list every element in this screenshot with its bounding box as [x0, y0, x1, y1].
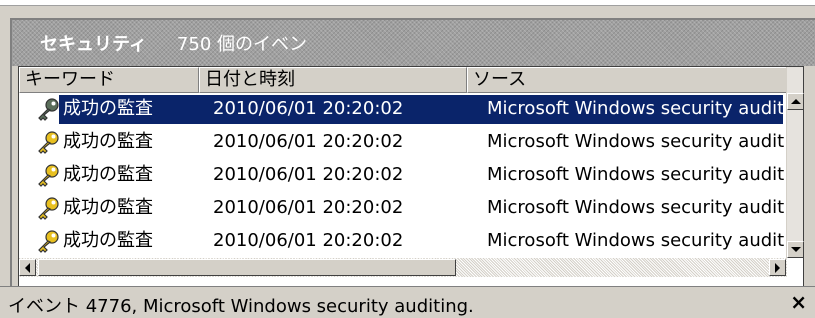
close-icon[interactable]: ×: [790, 289, 807, 315]
event-rows: 成功の監査 2010/06/01 20:20:02 Microsoft Window…: [19, 93, 787, 258]
vertical-scrollbar[interactable]: [786, 67, 804, 258]
status-text: イベント 4776, Microsoft Windows security au…: [8, 296, 474, 317]
event-list[interactable]: キーワード 日付と時刻 ソース 成功の監査 2010/06/01 20:20:02…: [18, 66, 804, 288]
log-name: セキュリティ: [40, 34, 147, 55]
column-headers: キーワード 日付と時刻 ソース: [19, 67, 787, 93]
cell-keyword: 成功の監査: [63, 230, 153, 251]
panel-header: セキュリティ 750 個のイベン: [12, 20, 815, 66]
cell-datetime: 2010/06/01 20:20:02: [213, 230, 404, 251]
window-top-border: [0, 0, 815, 6]
key-icon: [38, 197, 59, 220]
cell-source: Microsoft Windows security auditing.: [487, 230, 785, 251]
cell-datetime: 2010/06/01 20:20:02: [213, 197, 404, 218]
arrow-right-icon: [775, 262, 780, 273]
table-row[interactable]: 成功の監査 2010/06/01 20:20:02 Microsoft Window…: [19, 126, 787, 159]
cell-source: Microsoft Windows security auditing.: [487, 197, 785, 218]
cell-keyword: 成功の監査: [63, 164, 153, 185]
cell-source: Microsoft Windows security auditing.: [487, 98, 785, 119]
event-count: 750 個のイベン: [176, 34, 307, 55]
table-row[interactable]: 成功の監査 2010/06/01 20:20:02 Microsoft Window…: [19, 93, 787, 126]
horizontal-scrollbar[interactable]: [19, 258, 787, 277]
column-header-keyword[interactable]: キーワード: [19, 67, 199, 93]
arrow-left-icon: [25, 262, 30, 273]
table-row[interactable]: 成功の監査 2010/06/01 20:20:02 Microsoft Window…: [19, 192, 787, 225]
scroll-up-button[interactable]: [787, 93, 804, 110]
column-header-datetime[interactable]: 日付と時刻: [199, 67, 467, 93]
arrow-up-icon: [790, 99, 801, 104]
table-row[interactable]: 成功の監査 2010/06/01 20:20:02 Microsoft Window…: [19, 159, 787, 192]
cell-datetime: 2010/06/01 20:20:02: [213, 164, 404, 185]
key-icon: [38, 131, 59, 154]
table-row[interactable]: 成功の監査 2010/06/01 20:20:02 Microsoft Window…: [19, 225, 787, 258]
cell-keyword: 成功の監査: [63, 131, 153, 152]
cell-datetime: 2010/06/01 20:20:02: [213, 131, 404, 152]
cell-source: Microsoft Windows security auditing.: [487, 164, 785, 185]
key-icon: [38, 230, 59, 253]
key-icon: [38, 98, 59, 121]
horizontal-scroll-thumb[interactable]: [38, 259, 456, 276]
arrow-down-icon: [790, 247, 801, 252]
cell-datetime: 2010/06/01 20:20:02: [213, 98, 404, 119]
key-icon: [38, 164, 59, 187]
cell-source: Microsoft Windows security auditing.: [487, 131, 785, 152]
cell-keyword: 成功の監査: [63, 197, 153, 218]
cell-keyword: 成功の監査: [63, 98, 153, 119]
scroll-right-button[interactable]: [769, 259, 786, 276]
scroll-left-button[interactable]: [19, 259, 36, 276]
scroll-down-button[interactable]: [787, 241, 804, 258]
column-header-source[interactable]: ソース: [467, 67, 787, 93]
status-bar: イベント 4776, Microsoft Windows security au…: [0, 286, 815, 318]
event-list-panel: セキュリティ 750 個のイベン キーワード 日付と時刻 ソース 成功の監査 20…: [10, 18, 815, 288]
